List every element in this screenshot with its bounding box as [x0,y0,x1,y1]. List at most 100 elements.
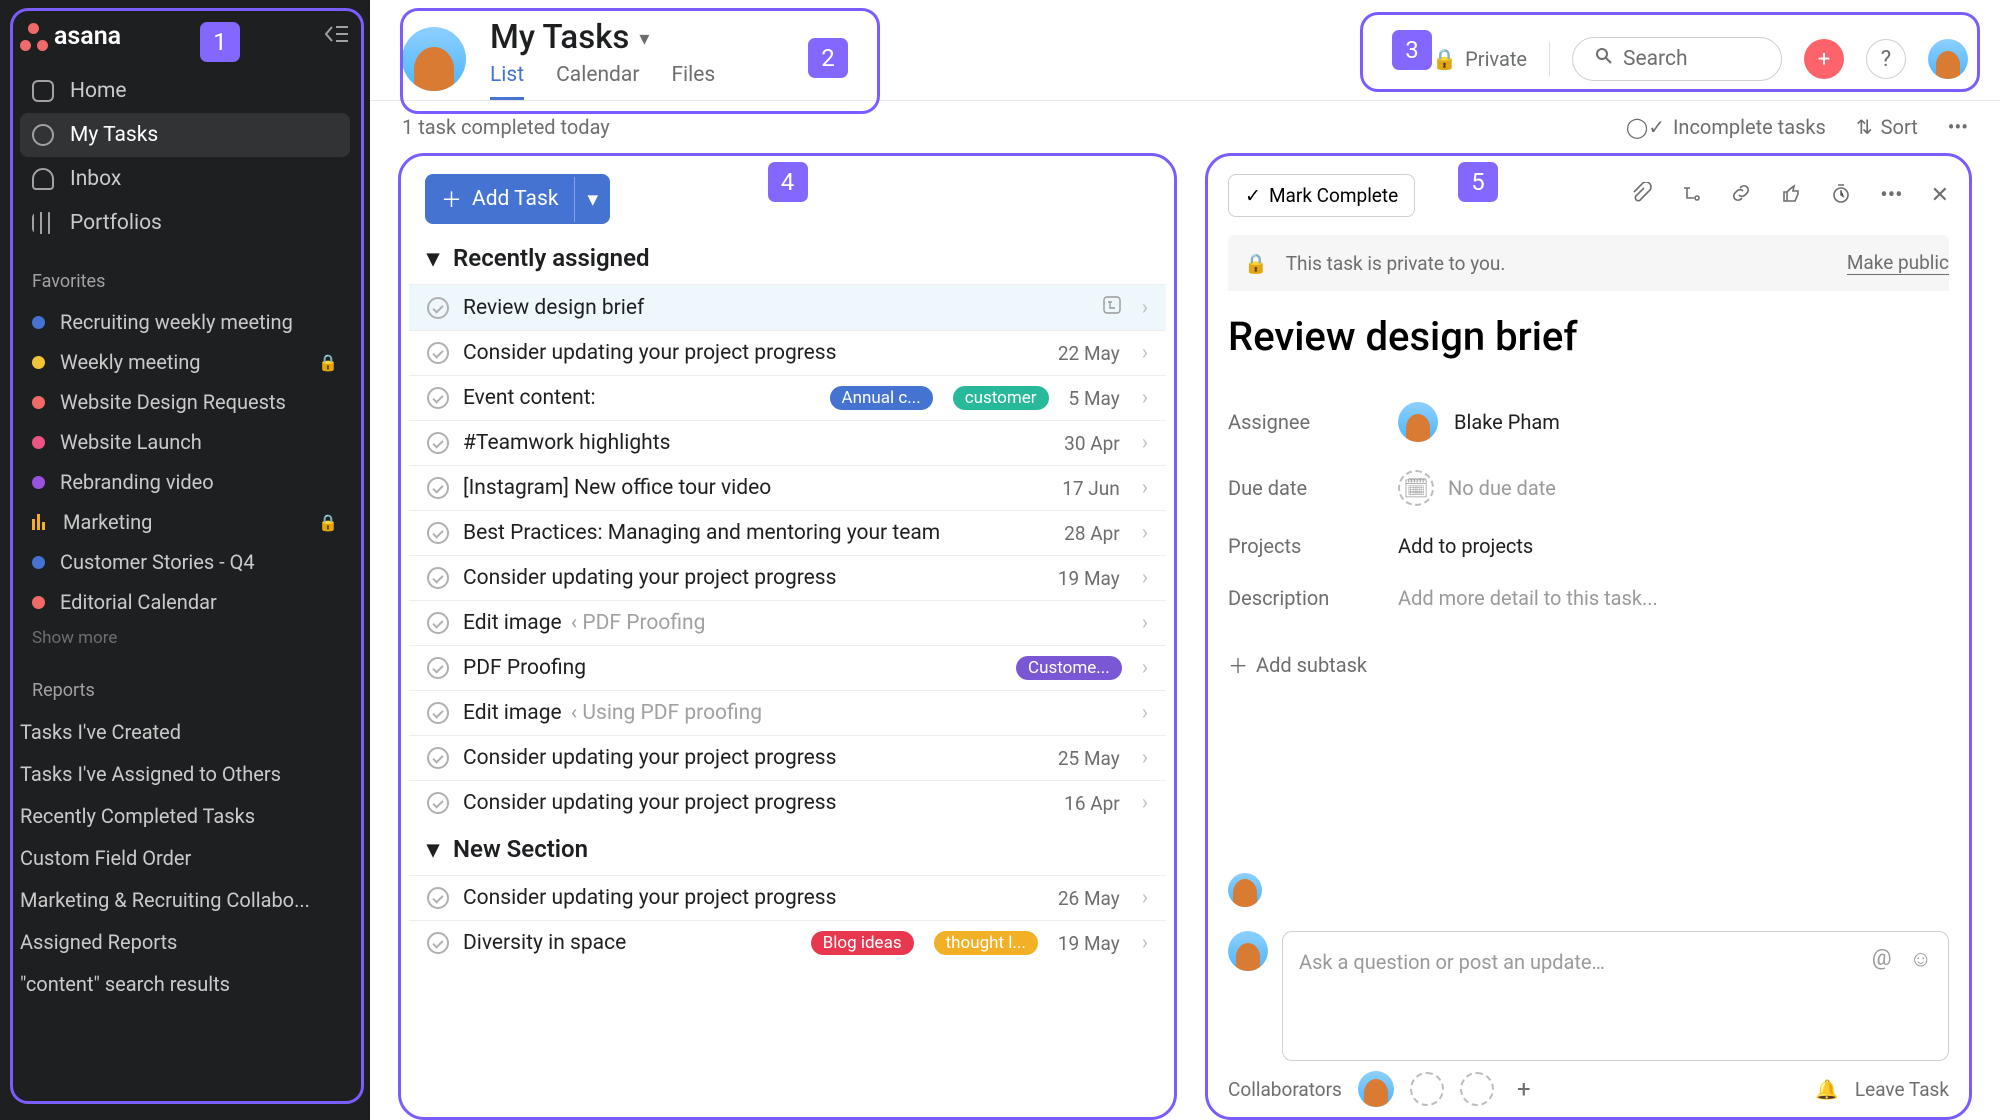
title-dropdown-icon[interactable]: ▾ [639,26,649,50]
complete-checkbox[interactable] [427,887,449,909]
task-row[interactable]: Review design brief› [409,284,1166,330]
close-icon[interactable]: ✕ [1931,183,1949,208]
complete-checkbox[interactable] [427,932,449,954]
complete-checkbox[interactable] [427,297,449,319]
comment-input[interactable]: Ask a question or post an update… @ ☺ [1282,931,1949,1061]
subtasks-icon[interactable] [1680,182,1702,210]
nav-my-tasks[interactable]: My Tasks [20,113,350,157]
projects-field[interactable]: Add to projects [1398,534,1533,558]
task-row[interactable]: Consider updating your project progress2… [409,875,1166,920]
sidebar-favorite[interactable]: Marketing🔒 [20,502,350,542]
timer-icon[interactable] [1830,182,1852,210]
add-collaborator-button[interactable]: + [1510,1075,1538,1103]
complete-checkbox[interactable] [427,522,449,544]
task-row[interactable]: #Teamwork highlights30 Apr› [409,420,1166,465]
task-row[interactable]: Best Practices: Managing and mentoring y… [409,510,1166,555]
collaborator-placeholder[interactable] [1410,1072,1444,1106]
leave-task-button[interactable]: Leave Task [1855,1078,1949,1101]
sidebar-favorite[interactable]: Website Launch [20,422,350,462]
task-row[interactable]: Consider updating your project progress2… [409,330,1166,375]
collaborator-avatar[interactable] [1358,1071,1394,1107]
sidebar-favorite[interactable]: Rebranding video [20,462,350,502]
task-row[interactable]: PDF ProofingCustome...› [409,645,1166,690]
sidebar-report[interactable]: Custom Field Order [20,837,350,879]
task-title[interactable]: Review design brief [1228,313,1949,360]
sidebar-report[interactable]: "content" search results [20,963,350,1005]
more-icon[interactable]: ••• [1880,183,1902,208]
privacy-indicator[interactable]: 🔒 Private [1432,47,1527,71]
task-row[interactable]: Consider updating your project progress1… [409,780,1166,825]
task-row[interactable]: [Instagram] New office tour video17 Jun› [409,465,1166,510]
sidebar-favorite[interactable]: Customer Stories - Q4 [20,542,350,582]
assignee-avatar[interactable] [1398,402,1438,442]
nav-home[interactable]: Home [20,69,350,113]
sidebar-report[interactable]: Tasks I've Created [20,711,350,753]
nav-portfolios[interactable]: Portfolios [20,201,350,245]
add-task-dropdown[interactable]: ▾ [574,177,610,222]
sidebar-report[interactable]: Assigned Reports [20,921,350,963]
tab-calendar[interactable]: Calendar [556,63,639,100]
nav-inbox[interactable]: Inbox [20,157,350,201]
show-more-favorites[interactable]: Show more [20,622,350,654]
task-row[interactable]: Diversity in spaceBlog ideasthought l...… [409,920,1166,965]
assignee-name[interactable]: Blake Pham [1454,410,1560,434]
mark-complete-button[interactable]: ✓ Mark Complete [1228,174,1415,217]
due-date-field[interactable]: No due date [1448,476,1556,500]
task-row[interactable]: Consider updating your project progress2… [409,735,1166,780]
tab-files[interactable]: Files [671,63,715,100]
section-header[interactable]: ▾New Section [409,825,1166,875]
tag-pill[interactable]: customer [953,386,1049,410]
calendar-icon[interactable]: 🗓 [1398,470,1434,506]
help-button[interactable]: ? [1866,39,1906,79]
sidebar-report[interactable]: Recently Completed Tasks [20,795,350,837]
global-add-button[interactable]: + [1804,39,1844,79]
sidebar-report[interactable]: Tasks I've Assigned to Others [20,753,350,795]
task-row[interactable]: Edit image ‹ PDF Proofing› [409,600,1166,645]
task-date: 19 May [1058,932,1120,955]
emoji-icon[interactable]: ☺ [1910,946,1932,972]
collaborator-placeholder[interactable] [1460,1072,1494,1106]
tag-pill[interactable]: thought l... [934,931,1038,955]
asana-logo[interactable]: asana [20,22,121,51]
sidebar-favorite[interactable]: Website Design Requests [20,382,350,422]
task-row[interactable]: Event content:Annual c...customer5 May› [409,375,1166,420]
complete-checkbox[interactable] [427,387,449,409]
sort-button[interactable]: ⇅Sort [1856,115,1918,139]
complete-checkbox[interactable] [427,792,449,814]
like-icon[interactable] [1780,182,1802,210]
complete-checkbox[interactable] [427,477,449,499]
task-row[interactable]: Consider updating your project progress1… [409,555,1166,600]
complete-checkbox[interactable] [427,567,449,589]
attachment-icon[interactable] [1630,182,1652,210]
add-task-button[interactable]: ＋Add Task ▾ [425,174,610,224]
tag-pill[interactable]: Blog ideas [811,931,914,955]
complete-checkbox[interactable] [427,657,449,679]
tab-list[interactable]: List [490,63,524,100]
task-row[interactable]: Edit image ‹ Using PDF proofing› [409,690,1166,735]
sidebar-favorite[interactable]: Editorial Calendar [20,582,350,622]
project-color-dot [32,316,45,329]
sidebar-report[interactable]: Marketing & Recruiting Collabo... [20,879,350,921]
chevron-right-icon: › [1142,701,1148,725]
tag-pill[interactable]: Annual c... [830,386,933,410]
sidebar-favorite[interactable]: Weekly meeting🔒 [20,342,350,382]
description-field[interactable]: Add more detail to this task... [1398,586,1658,610]
make-public-link[interactable]: Make public [1847,251,1949,275]
tag-pill[interactable]: Custome... [1016,656,1122,680]
complete-checkbox[interactable] [427,702,449,724]
complete-checkbox[interactable] [427,342,449,364]
section-header[interactable]: ▾Recently assigned [409,234,1166,284]
add-subtask-button[interactable]: ＋Add subtask [1228,650,1949,679]
complete-checkbox[interactable] [427,612,449,634]
more-button[interactable]: ••• [1948,115,1968,139]
complete-checkbox[interactable] [427,747,449,769]
profile-avatar[interactable] [1928,39,1968,79]
mention-icon[interactable]: @ [1872,946,1892,972]
filter-incomplete[interactable]: ◯✓Incomplete tasks [1626,115,1826,139]
user-avatar[interactable] [402,27,466,91]
complete-checkbox[interactable] [427,432,449,454]
collapse-sidebar-icon[interactable] [322,23,350,51]
sidebar-favorite[interactable]: Recruiting weekly meeting [20,302,350,342]
search-input[interactable]: Search [1572,37,1782,81]
link-icon[interactable] [1730,182,1752,210]
